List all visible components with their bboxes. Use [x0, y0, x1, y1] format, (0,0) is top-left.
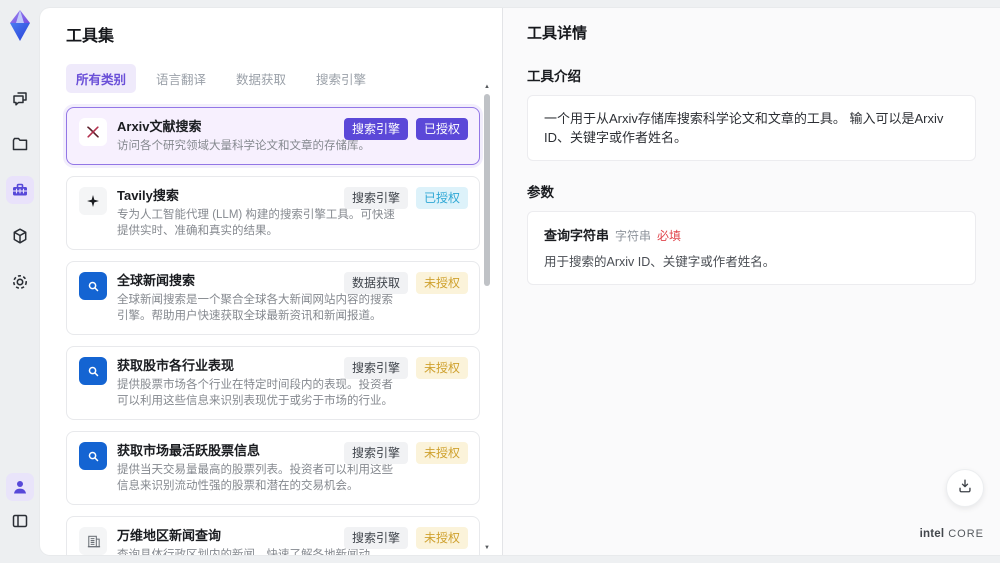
params-heading: 参数: [527, 185, 554, 200]
scroll-up-icon[interactable]: ▲: [484, 84, 490, 90]
download-button[interactable]: [946, 469, 984, 507]
intro-card: 一个用于从Arxiv存储库搜索科学论文和文章的工具。 输入可以是Arxiv ID…: [527, 95, 976, 161]
param-desc: 用于搜索的Arxiv ID、关键字或作者姓名。: [544, 255, 776, 269]
layout-toggle-icon[interactable]: [6, 507, 34, 535]
tool-badges: 搜索引擎 已授权: [343, 118, 468, 140]
intel-core-logo: intel CORE: [920, 528, 984, 540]
intro-text: 一个用于从Arxiv存储库搜索科学论文和文章的工具。 输入可以是Arxiv ID…: [544, 111, 944, 145]
cube-icon[interactable]: [6, 222, 34, 250]
toolbox-icon[interactable]: [6, 176, 34, 204]
page-title: 工具集: [66, 28, 115, 45]
tool-description: 提供当天交易量最高的股票列表。投资者可以利用这些信息来识别流动性强的股票和潜在的…: [117, 464, 393, 492]
auth-badge[interactable]: 未授权: [415, 272, 468, 294]
folder-icon[interactable]: [6, 130, 34, 158]
brand-secondary: CORE: [948, 528, 984, 540]
param-header: 查询字符串 字符串 必填: [544, 225, 959, 245]
tab-item-0[interactable]: 所有类别: [66, 64, 137, 93]
tab-bar: 所有类别 语言翻译 数据获取 搜索引擎: [66, 64, 502, 93]
intro-heading: 工具介绍: [527, 69, 581, 84]
tool-badges: 搜索引擎 未授权: [343, 527, 468, 549]
blue-search-icon: [79, 272, 107, 300]
brand-primary: intel: [919, 528, 945, 540]
tool-card[interactable]: 获取股市各行业表现 提供股票市场各个行业在特定时间段内的表现。投资者可以利用这些…: [66, 346, 480, 420]
tool-card[interactable]: Arxiv文献搜索 访问各个研究领域大量科学论文和文章的存储库。 搜索引擎 已授权: [66, 107, 480, 165]
chat-icon[interactable]: [6, 84, 34, 112]
building-icon: [79, 527, 107, 555]
param-name: 查询字符串: [544, 228, 610, 243]
auth-badge[interactable]: 已授权: [415, 118, 468, 140]
download-icon: [956, 477, 974, 500]
tool-description: 全球新闻搜索是一个聚合全球各大新闻网站内容的搜索引擎。帮助用户快速获取全球最新资…: [117, 294, 393, 322]
tab-item-3[interactable]: 搜索引擎: [306, 64, 376, 93]
tool-list: Arxiv文献搜索 访问各个研究领域大量科学论文和文章的存储库。 搜索引擎 已授权…: [66, 107, 480, 555]
param-required-badge: 必填: [657, 229, 682, 243]
left-rail: [0, 0, 40, 563]
user-icon[interactable]: [6, 473, 34, 501]
category-badge[interactable]: 搜索引擎: [343, 187, 408, 209]
list-scrollbar[interactable]: ▲ ▼: [482, 84, 492, 551]
auth-badge[interactable]: 未授权: [415, 527, 468, 549]
param-card: 查询字符串 字符串 必填 用于搜索的Arxiv ID、关键字或作者姓名。: [527, 211, 976, 285]
arxiv-icon: [79, 118, 107, 146]
tab-item-1[interactable]: 语言翻译: [146, 64, 216, 93]
category-badge[interactable]: 数据获取: [343, 272, 408, 294]
category-badge[interactable]: 搜索引擎: [343, 357, 408, 379]
tool-detail-panel: 工具详情 工具介绍 一个用于从Arxiv存储库搜索科学论文和文章的工具。 输入可…: [502, 8, 1000, 555]
auth-badge[interactable]: 未授权: [415, 357, 468, 379]
blue-search-icon: [79, 442, 107, 470]
tool-card[interactable]: 获取市场最活跃股票信息 提供当天交易量最高的股票列表。投资者可以利用这些信息来识…: [66, 431, 480, 505]
tool-description: 专为人工智能代理 (LLM) 构建的搜索引擎工具。可快速提供实时、准确和真实的结…: [117, 209, 395, 237]
auth-badge[interactable]: 已授权: [415, 187, 468, 209]
tool-card[interactable]: 万维地区新闻查询 查询具体行政区划内的新闻，快速了解各地新闻动 搜索引擎 未授权: [66, 516, 480, 555]
tool-badges: 搜索引擎 未授权: [343, 357, 468, 379]
param-type: 字符串: [615, 229, 652, 243]
tool-description: 提供股票市场各个行业在特定时间段内的表现。投资者可以利用这些信息来识别表现优于或…: [117, 379, 393, 407]
tools-list-panel: 工具集 所有类别 语言翻译 数据获取 搜索引擎 Arxiv文献搜索 访问各个研究领域大…: [40, 8, 502, 555]
tool-card[interactable]: Tavily搜索 专为人工智能代理 (LLM) 构建的搜索引擎工具。可快速提供实…: [66, 176, 480, 250]
auth-badge[interactable]: 未授权: [415, 442, 468, 464]
app-window: 工具集 所有类别 语言翻译 数据获取 搜索引擎 Arxiv文献搜索 访问各个研究领域大…: [0, 0, 1000, 563]
category-badge[interactable]: 搜索引擎: [343, 118, 408, 140]
category-badge[interactable]: 搜索引擎: [343, 527, 408, 549]
tool-badges: 搜索引擎 未授权: [343, 442, 468, 464]
main-window: 工具集 所有类别 语言翻译 数据获取 搜索引擎 Arxiv文献搜索 访问各个研究领域大…: [40, 8, 1000, 555]
tool-badges: 数据获取 未授权: [343, 272, 468, 294]
blue-search-icon: [79, 357, 107, 385]
detail-title: 工具详情: [527, 25, 588, 42]
gear-icon[interactable]: [6, 268, 34, 296]
app-logo-icon: [5, 8, 35, 44]
tab-item-2[interactable]: 数据获取: [226, 64, 296, 93]
tool-description: 访问各个研究领域大量科学论文和文章的存储库。: [117, 140, 370, 152]
tool-badges: 搜索引擎 已授权: [343, 187, 468, 209]
tavily-icon: [79, 187, 107, 215]
tool-card[interactable]: 全球新闻搜索 全球新闻搜索是一个聚合全球各大新闻网站内容的搜索引擎。帮助用户快速…: [66, 261, 480, 335]
category-badge[interactable]: 搜索引擎: [343, 442, 408, 464]
scroll-down-icon[interactable]: ▼: [484, 545, 490, 551]
scrollbar-thumb[interactable]: [484, 94, 490, 286]
